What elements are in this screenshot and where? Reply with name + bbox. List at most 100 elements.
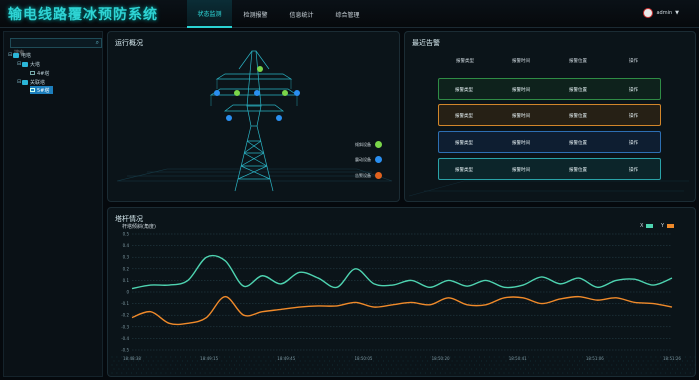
decor-dot bbox=[351, 356, 353, 358]
vibration-sensor-dot[interactable] bbox=[276, 115, 282, 121]
decor-dot bbox=[268, 364, 270, 366]
alarm-action[interactable]: 操作 bbox=[629, 140, 638, 146]
decor-dot bbox=[466, 368, 468, 370]
decor-dot bbox=[185, 356, 186, 358]
decor-dot bbox=[145, 372, 147, 374]
decor-dot bbox=[655, 364, 657, 366]
decor-dot bbox=[299, 368, 301, 370]
decor-dot bbox=[434, 356, 436, 358]
tree-item-tower-4[interactable]: 4#塔 bbox=[30, 69, 49, 77]
decor-dot bbox=[395, 372, 397, 374]
tree-item-related-tower[interactable]: ⊟ 关联塔 bbox=[17, 78, 45, 86]
alarm-row[interactable]: 报警类型 报警时间 报警位置 操作 bbox=[438, 104, 661, 126]
decor-dot bbox=[577, 372, 578, 374]
decor-dot bbox=[273, 372, 275, 374]
vibration-sensor-dot[interactable] bbox=[226, 115, 232, 121]
decor-dot bbox=[258, 364, 260, 366]
decor-dot bbox=[464, 364, 466, 366]
decor-dot bbox=[155, 356, 157, 358]
decor-dot bbox=[221, 360, 223, 362]
decor-dot bbox=[503, 364, 505, 366]
decor-dot bbox=[503, 372, 505, 374]
decor-dot bbox=[596, 356, 598, 358]
tilt-sensor-dot[interactable] bbox=[282, 90, 288, 96]
decor-dot bbox=[520, 360, 522, 362]
decor-dot bbox=[645, 364, 647, 366]
decor-dot bbox=[336, 364, 338, 366]
nav-item-management[interactable]: 综合管理 bbox=[325, 0, 370, 28]
tilt-sensor-dot[interactable] bbox=[234, 90, 240, 96]
decor-dot bbox=[253, 372, 255, 374]
nav-item-status[interactable]: 状态监测 bbox=[187, 0, 232, 28]
alarm-row[interactable]: 报警类型 报警时间 报警位置 操作 bbox=[438, 158, 661, 180]
tree-item-large-tower[interactable]: ⊟ 大塔 bbox=[17, 60, 40, 68]
decor-dot bbox=[606, 372, 608, 374]
decor-dot bbox=[322, 364, 324, 366]
decor-dot bbox=[645, 372, 647, 374]
decor-dot bbox=[459, 372, 461, 374]
decor-dot bbox=[518, 364, 520, 366]
decor-dot bbox=[410, 364, 412, 366]
decor-dot bbox=[569, 360, 571, 362]
decor-dot bbox=[358, 360, 360, 362]
tree-item-towers[interactable]: ⊟ 电塔 bbox=[8, 51, 31, 59]
search-icon[interactable]: ⌕ bbox=[96, 39, 99, 47]
decor-dot bbox=[334, 368, 335, 370]
vibration-sensor-dot[interactable] bbox=[214, 90, 220, 96]
alarm-row[interactable]: 报警类型 报警时间 报警位置 操作 bbox=[438, 131, 661, 153]
decor-dot bbox=[415, 356, 417, 358]
alarm-header-time: 报警时间 bbox=[512, 59, 530, 64]
user-menu[interactable]: admin ▼ bbox=[643, 8, 679, 18]
decor-dot bbox=[363, 368, 365, 370]
decor-dot bbox=[474, 356, 476, 358]
decor-dot bbox=[209, 372, 211, 374]
decor-dot bbox=[185, 372, 186, 374]
decor-dot bbox=[642, 360, 644, 362]
decor-dot bbox=[378, 360, 380, 362]
decor-dot bbox=[136, 372, 137, 374]
y-tick-label: 0.4 bbox=[123, 243, 130, 248]
decor-dot bbox=[182, 368, 184, 370]
alarm-action[interactable]: 操作 bbox=[629, 87, 638, 93]
decor-dot bbox=[449, 372, 451, 374]
decor-dot bbox=[356, 356, 358, 358]
vibration-sensor-dot[interactable] bbox=[254, 90, 260, 96]
app-title: 输电线路覆冰预防系统 bbox=[8, 7, 158, 23]
decor-dot bbox=[234, 364, 235, 366]
decor-dot bbox=[289, 360, 291, 362]
decor-dot bbox=[165, 372, 167, 374]
decor-dot bbox=[500, 360, 502, 362]
tree-item-tower-5[interactable]: 5#塔 bbox=[30, 86, 54, 94]
decor-dot bbox=[392, 360, 394, 362]
decor-dot bbox=[371, 356, 373, 358]
decor-dot bbox=[539, 368, 541, 370]
tilt-sensor-dot[interactable] bbox=[257, 66, 263, 72]
decor-dot bbox=[689, 356, 691, 358]
decor-dot bbox=[187, 360, 188, 362]
decor-dot bbox=[410, 356, 412, 358]
decor-dot bbox=[273, 356, 275, 358]
alarm-action[interactable]: 操作 bbox=[629, 167, 638, 173]
decor-dot bbox=[236, 368, 237, 370]
alarm-row[interactable]: 报警类型 报警时间 报警位置 操作 bbox=[438, 78, 661, 100]
decor-dot bbox=[280, 368, 282, 370]
decor-dot bbox=[366, 372, 368, 374]
alarm-action[interactable]: 操作 bbox=[629, 113, 638, 119]
decor-dot bbox=[528, 364, 529, 366]
legend-vibration: 震动设备 bbox=[355, 156, 382, 163]
y-tick-label: -0.3 bbox=[121, 324, 129, 329]
decor-dot bbox=[591, 364, 593, 366]
decor-dot bbox=[637, 368, 639, 370]
y-tick-label: -0.2 bbox=[121, 313, 129, 318]
decor-dot bbox=[289, 368, 291, 370]
decor-dot bbox=[383, 360, 384, 362]
nav-item-alarm[interactable]: 检测报警 bbox=[233, 0, 278, 28]
decor-dot bbox=[523, 364, 525, 366]
decor-dot bbox=[397, 360, 399, 362]
decor-dot bbox=[684, 364, 686, 366]
decor-dot bbox=[392, 368, 394, 370]
vibration-sensor-dot[interactable] bbox=[294, 90, 300, 96]
decor-dot bbox=[613, 368, 615, 370]
decor-dot bbox=[191, 360, 193, 362]
nav-item-statistics[interactable]: 信息统计 bbox=[279, 0, 324, 28]
